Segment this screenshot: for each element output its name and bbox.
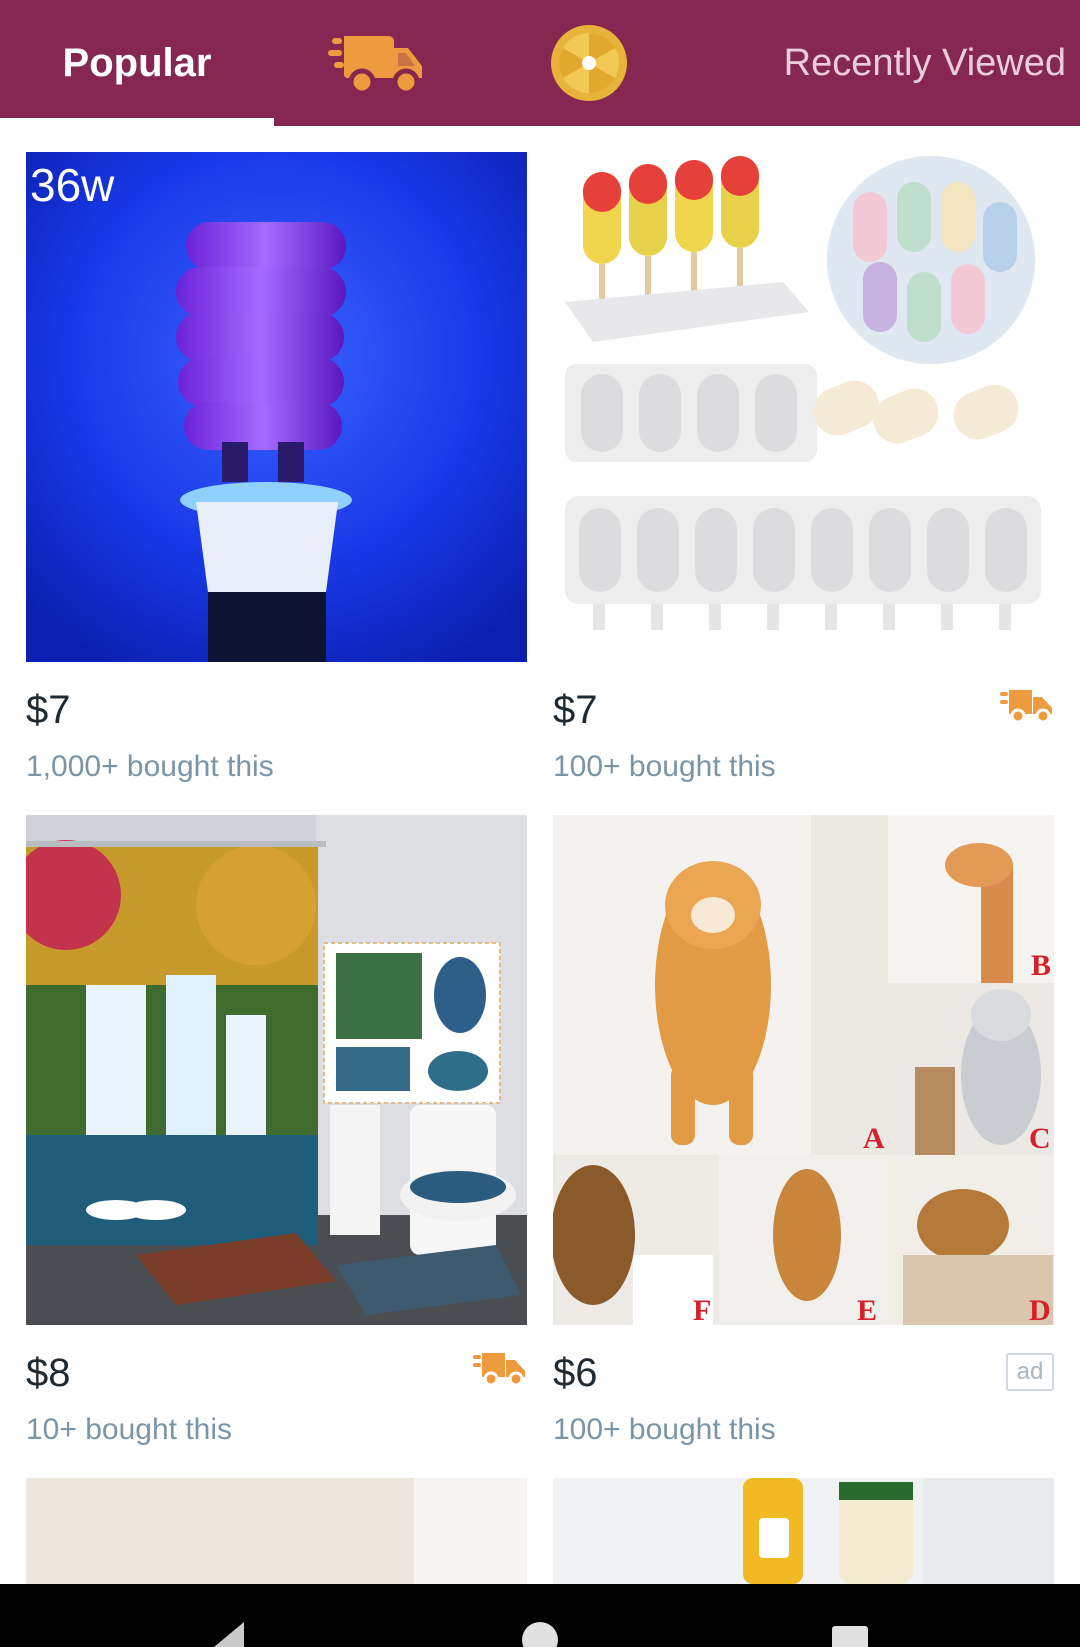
fast-shipping-truck-icon xyxy=(1000,690,1052,724)
fast-shipping-truck-icon xyxy=(328,36,422,96)
product-image[interactable] xyxy=(553,1478,1054,1584)
top-tab-bar: Popular Recently Viewed xyxy=(0,0,1080,126)
tab-recently-viewed[interactable]: Recently Viewed xyxy=(784,0,1066,126)
product-image[interactable] xyxy=(26,1478,527,1584)
product-price: $6 xyxy=(553,1351,598,1395)
product-card[interactable]: A B C D E F $6 ad 100+ bought this xyxy=(553,815,1054,1455)
decal-letter-d: D xyxy=(1029,1294,1051,1325)
product-price: $8 xyxy=(26,1351,71,1395)
product-image[interactable]: 36w xyxy=(26,152,527,662)
product-price: $7 xyxy=(26,688,71,732)
active-tab-indicator xyxy=(0,118,274,126)
decal-letter-b: B xyxy=(1031,949,1051,982)
prize-wheel-icon xyxy=(551,25,627,101)
product-card[interactable]: $7 100+ bought this xyxy=(553,152,1054,792)
product-price: $7 xyxy=(553,688,598,732)
product-card[interactable] xyxy=(553,1478,1054,1584)
home-icon[interactable] xyxy=(520,1620,560,1647)
ad-badge: ad xyxy=(1006,1353,1054,1391)
recents-icon[interactable] xyxy=(830,1620,870,1647)
wattage-label: 36w xyxy=(30,159,115,211)
decal-letter-f: F xyxy=(693,1294,711,1325)
product-card[interactable]: 36w $7 1,000+ bought this xyxy=(26,152,527,792)
back-icon[interactable] xyxy=(206,1620,246,1647)
product-bought-count: 100+ bought this xyxy=(553,1413,776,1446)
tab-fast-shipping[interactable] xyxy=(326,26,426,100)
product-bought-count: 100+ bought this xyxy=(553,750,776,783)
decal-letter-e: E xyxy=(857,1294,877,1325)
tab-popular-label: Popular xyxy=(62,40,212,85)
product-bought-count: 1,000+ bought this xyxy=(26,750,274,783)
product-image[interactable]: A B C D E F xyxy=(553,815,1054,1325)
waterfall-bathroom-set-image xyxy=(26,815,527,1325)
popsicle-mold-image xyxy=(553,152,1054,662)
tab-popular[interactable]: Popular xyxy=(0,0,274,126)
product-card[interactable]: $8 10+ bought this xyxy=(26,815,527,1455)
uv-bulb-image xyxy=(26,152,527,662)
tab-recently-viewed-label: Recently Viewed xyxy=(783,41,1066,84)
system-nav-bar xyxy=(0,1584,1080,1647)
product-card[interactable] xyxy=(26,1478,527,1584)
decal-letter-a: A xyxy=(863,1122,885,1155)
animal-wall-decals-image: A B C D E F xyxy=(553,815,1054,1325)
decal-letter-c: C xyxy=(1029,1122,1051,1155)
product-image[interactable] xyxy=(553,152,1054,662)
product-bought-count: 10+ bought this xyxy=(26,1413,233,1446)
fast-shipping-truck-icon xyxy=(473,1353,525,1387)
tab-daily-spin[interactable] xyxy=(548,22,630,104)
product-image[interactable] xyxy=(26,815,527,1325)
